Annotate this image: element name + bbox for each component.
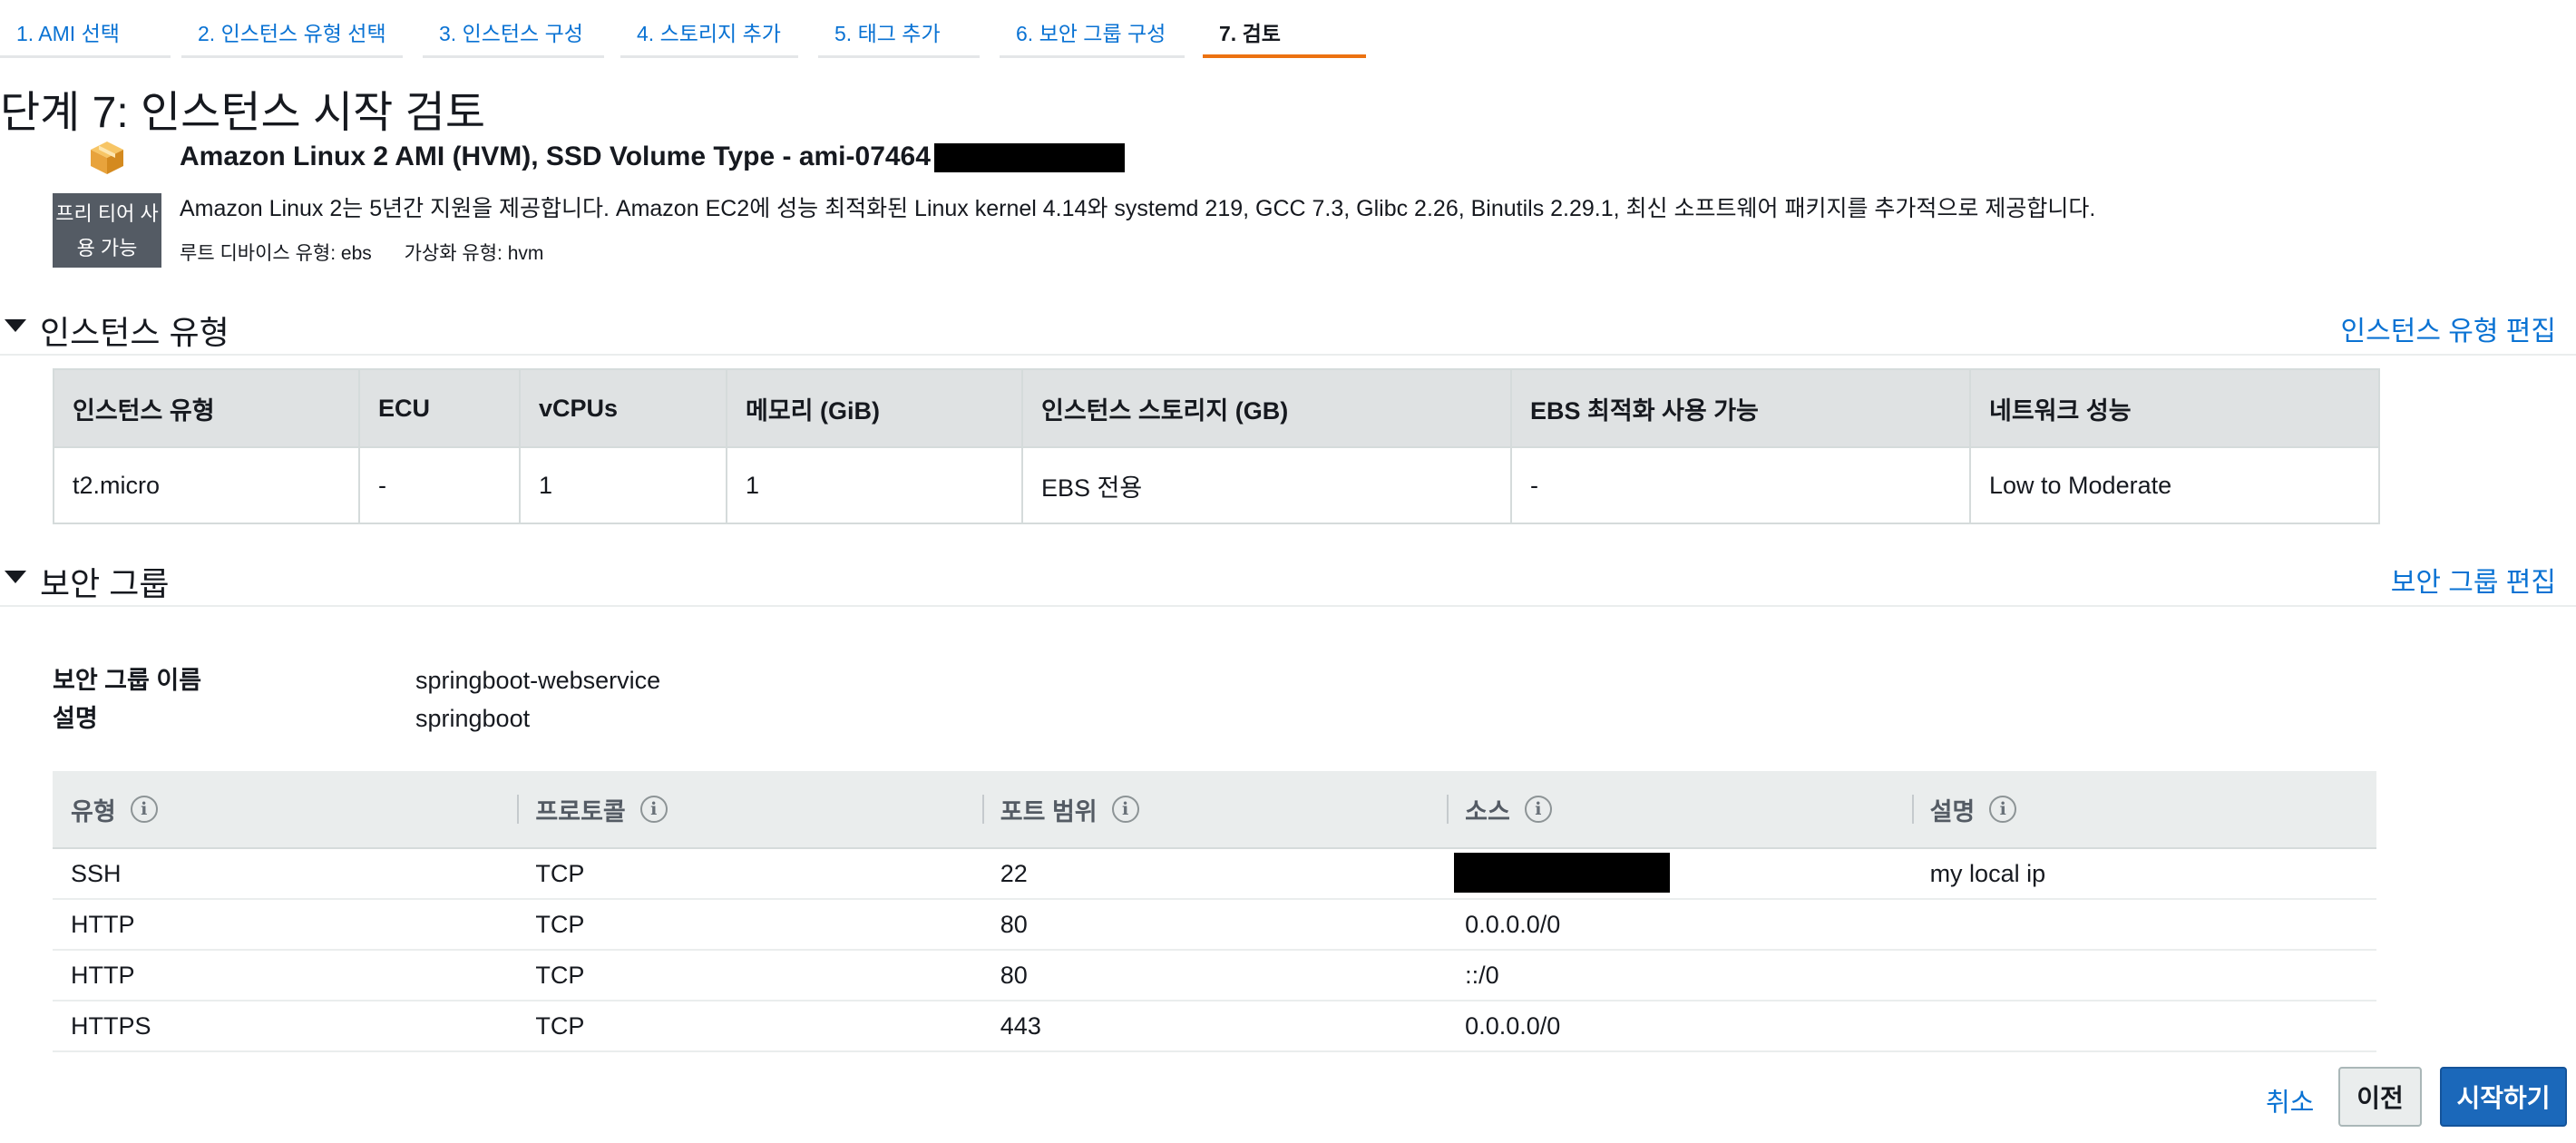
security-group-name: 보안 그룹 이름 springboot-webservice	[53, 660, 660, 696]
table-row: HTTP TCP 80 ::/0	[53, 951, 2376, 1001]
collapse-triangle-icon[interactable]	[5, 571, 26, 583]
table-cell: 0.0.0.0/0	[1465, 1011, 1561, 1040]
column-header-source: 소스 i	[1447, 771, 1911, 847]
table-cell: TCP	[535, 910, 585, 938]
column-header-protocol: 프로토콜 i	[517, 771, 981, 847]
info-icon[interactable]: i	[130, 796, 158, 823]
table-header-row: 유형 i 프로토콜 i 포트 범위 i 소스 i 설명 i	[53, 771, 2376, 849]
free-tier-line-1: 프리 티어 사	[55, 202, 159, 225]
step-ami[interactable]: 1. AMI 선택	[0, 0, 171, 58]
security-group-section-header: 보안 그룹 보안 그룹 편집	[0, 551, 2576, 607]
table-cell: TCP	[535, 961, 585, 989]
column-header-label: 프로토콜	[535, 797, 626, 826]
table-row: SSH TCP 22 my local ip	[53, 849, 2376, 900]
table-cell: SSH	[71, 859, 122, 887]
free-tier-line-2: 용 가능	[76, 237, 138, 259]
column-header: 인스턴스 유형	[54, 370, 360, 446]
table-cell	[1912, 1001, 2376, 1050]
table-cell	[1912, 900, 2376, 949]
table-cell: Low to Moderate	[1989, 471, 2172, 499]
table-cell: HTTP	[71, 910, 135, 938]
table-cell: TCP	[535, 859, 585, 887]
ami-description: Amazon Linux 2는 5년간 지원을 제공합니다. Amazon EC…	[180, 196, 2096, 221]
column-header: vCPUs	[521, 370, 727, 446]
table-cell: 22	[1000, 859, 1028, 887]
instance-type-section-header: 인스턴스 유형 인스턴스 유형 편집	[0, 299, 2576, 356]
table-row: HTTP TCP 80 0.0.0.0/0	[53, 900, 2376, 951]
security-group-name-value: springboot-webservice	[415, 667, 661, 694]
step-add-storage[interactable]: 4. 스토리지 추가	[620, 0, 798, 58]
info-icon[interactable]: i	[1524, 796, 1552, 823]
table-cell: 80	[1000, 961, 1028, 989]
security-group-desc-label: 설명	[53, 705, 98, 732]
column-header-label: 유형	[71, 797, 116, 826]
table-cell: EBS 전용	[1023, 448, 1512, 523]
column-header-port-range: 포트 범위 i	[981, 771, 1447, 847]
collapse-triangle-icon[interactable]	[5, 319, 26, 332]
table-cell: t2.micro	[54, 448, 360, 523]
table-cell: HTTP	[71, 961, 135, 989]
table-cell: ::/0	[1465, 961, 1499, 989]
step-security-group[interactable]: 6. 보안 그룹 구성	[1000, 0, 1185, 58]
column-header: 인스턴스 스토리지 (GB)	[1023, 370, 1512, 446]
table-cell: 1	[727, 448, 1023, 523]
security-group-desc-value: springboot	[415, 705, 531, 732]
table-row: HTTPS TCP 443 0.0.0.0/0	[53, 1001, 2376, 1052]
root-device-type: 루트 디바이스 유형: ebs	[180, 243, 372, 264]
table-header-row: 인스턴스 유형 ECU vCPUs 메모리 (GiB) 인스턴스 스토리지 (G…	[54, 370, 2378, 448]
table-cell	[1912, 951, 2376, 1000]
table-cell: -	[360, 448, 521, 523]
info-icon[interactable]: i	[1989, 796, 2017, 823]
step-add-tags[interactable]: 5. 태그 추가	[818, 0, 980, 58]
step-configure-instance[interactable]: 3. 인스턴스 구성	[423, 0, 604, 58]
table-row: t2.micro - 1 1 EBS 전용 - Low to Moderate	[54, 448, 2378, 523]
table-cell: 80	[1000, 910, 1028, 938]
virtualization-type: 가상화 유형: hvm	[404, 243, 544, 264]
column-header-description: 설명 i	[1911, 771, 2376, 847]
column-header: EBS 최적화 사용 가능	[1512, 370, 1971, 446]
info-icon[interactable]: i	[1111, 796, 1139, 823]
table-cell-source	[1447, 849, 1911, 898]
table-cell: -	[1512, 448, 1971, 523]
launch-button[interactable]: 시작하기	[2440, 1067, 2567, 1127]
ami-meta: 루트 디바이스 유형: ebs 가상화 유형: hvm	[180, 239, 571, 266]
step-review[interactable]: 7. 검토	[1203, 0, 1366, 58]
edit-instance-type-link[interactable]: 인스턴스 유형 편집	[2341, 308, 2556, 348]
redacted-source-ip	[1454, 853, 1671, 893]
column-header: ECU	[360, 370, 521, 446]
table-cell: TCP	[535, 1011, 585, 1040]
cancel-link[interactable]: 취소	[2266, 1081, 2314, 1119]
security-group-description: 설명 springboot	[53, 698, 530, 734]
column-header: 네트워크 성능	[1989, 396, 2132, 425]
free-tier-badge: 프리 티어 사 용 가능	[53, 193, 161, 268]
column-header-type: 유형 i	[53, 771, 517, 847]
table-cell: 443	[1000, 1011, 1041, 1040]
table-cell: my local ip	[1929, 859, 2046, 887]
info-icon[interactable]: i	[639, 796, 668, 823]
instance-type-table: 인스턴스 유형 ECU vCPUs 메모리 (GiB) 인스턴스 스토리지 (G…	[53, 368, 2380, 524]
table-cell: 1	[521, 448, 727, 523]
column-header-label: 설명	[1929, 797, 1976, 826]
page-title: 단계 7: 인스턴스 시작 검토	[0, 89, 485, 137]
column-header-label: 소스	[1465, 797, 1510, 826]
redacted-ami-id	[934, 143, 1125, 172]
security-group-name-label: 보안 그룹 이름	[53, 667, 202, 694]
instance-type-section-title: 인스턴스 유형	[40, 314, 229, 351]
edit-security-group-link[interactable]: 보안 그룹 편집	[2391, 560, 2556, 600]
package-cube-icon	[91, 142, 123, 174]
column-header: 메모리 (GiB)	[727, 370, 1023, 446]
table-cell: HTTPS	[71, 1011, 151, 1040]
table-cell: 0.0.0.0/0	[1465, 910, 1561, 938]
security-group-section-title: 보안 그룹	[40, 565, 170, 602]
column-header-label: 포트 범위	[1000, 797, 1098, 826]
previous-button[interactable]: 이전	[2338, 1067, 2422, 1127]
ami-title: Amazon Linux 2 AMI (HVM), SSD Volume Typ…	[180, 142, 931, 171]
step-instance-type[interactable]: 2. 인스턴스 유형 선택	[181, 0, 403, 58]
security-rules-table: 유형 i 프로토콜 i 포트 범위 i 소스 i 설명 i SSH TCP 22 my l…	[53, 771, 2376, 1052]
wizard-steps: 1. AMI 선택 2. 인스턴스 유형 선택 3. 인스턴스 구성 4. 스토…	[0, 0, 1379, 60]
